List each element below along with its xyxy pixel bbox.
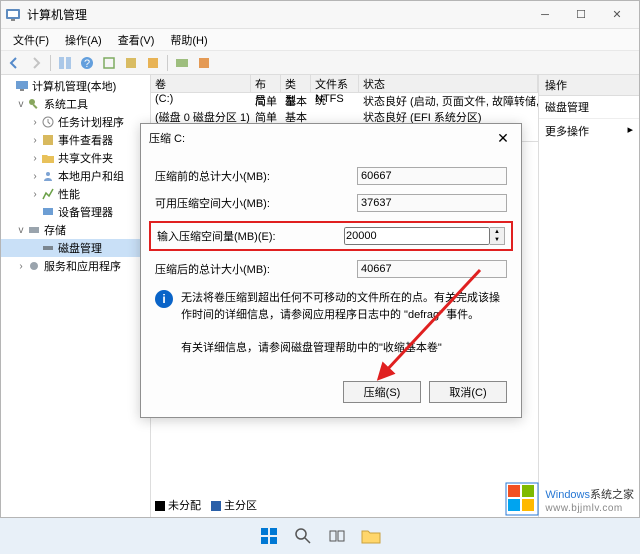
storage-icon: [27, 223, 41, 237]
tree-system-tools[interactable]: v 系统工具: [1, 95, 150, 113]
tree-disk-management[interactable]: 磁盘管理: [1, 239, 150, 257]
tree-services-apps[interactable]: › 服务和应用程序: [1, 257, 150, 275]
cancel-button[interactable]: 取消(C): [429, 381, 507, 403]
search-icon: [294, 527, 312, 545]
spin-down-icon[interactable]: ▼: [490, 236, 504, 244]
toolbar-icon[interactable]: [55, 53, 75, 73]
disk-icon: [41, 241, 55, 255]
computer-icon: [15, 79, 29, 93]
forward-button[interactable]: [26, 53, 46, 73]
maximize-button[interactable]: ☐: [563, 2, 599, 28]
col-volume[interactable]: 卷: [151, 75, 251, 92]
tree-task-scheduler[interactable]: › 任务计划程序: [1, 113, 150, 131]
windows-logo-icon: [505, 482, 539, 516]
shrink-button[interactable]: 压缩(S): [343, 381, 421, 403]
spinner[interactable]: ▲▼: [490, 227, 505, 245]
close-button[interactable]: ✕: [599, 2, 635, 28]
avail-size-label: 可用压缩空间大小(MB):: [155, 195, 357, 211]
taskview-icon: [328, 527, 346, 545]
clock-icon: [41, 115, 55, 129]
actions-context: 磁盘管理: [539, 96, 639, 119]
watermark: Windows系统之家 www.bjjmlv.com: [505, 482, 634, 516]
toolbar-icon[interactable]: [172, 53, 192, 73]
tree-storage[interactable]: v 存储: [1, 221, 150, 239]
info-icon: i: [155, 290, 173, 308]
minimize-button[interactable]: ─: [527, 2, 563, 28]
shrink-amount-input[interactable]: [344, 227, 490, 245]
device-icon: [41, 205, 55, 219]
menu-view[interactable]: 查看(V): [110, 30, 163, 50]
tree-performance[interactable]: › 性能: [1, 185, 150, 203]
legend-swatch-primary: [211, 501, 221, 511]
actions-header: 操作: [539, 75, 639, 96]
after-size-value: [357, 260, 507, 278]
help-icon[interactable]: ?: [77, 53, 97, 73]
dialog-titlebar: 压缩 C: ✕: [141, 124, 521, 152]
menu-help[interactable]: 帮助(H): [162, 30, 215, 50]
before-size-label: 压缩前的总计大小(MB):: [155, 168, 357, 184]
performance-icon: [41, 187, 55, 201]
app-icon: [5, 7, 21, 23]
menu-action[interactable]: 操作(A): [57, 30, 110, 50]
help-link-note: 有关详细信息，请参阅磁盘管理帮助中的"收缩基本卷": [181, 339, 507, 355]
tree-event-viewer[interactable]: › 事件查看器: [1, 131, 150, 149]
table-row[interactable]: (C:) 简单 基本 NTFS 状态良好 (启动, 页面文件, 故障转储, 基本…: [151, 93, 538, 109]
taskview-button[interactable]: [323, 522, 351, 550]
windows-start-icon: [259, 526, 279, 546]
toolbar-icon[interactable]: [121, 53, 141, 73]
explorer-button[interactable]: [357, 522, 385, 550]
back-button[interactable]: [4, 53, 24, 73]
toolbar-icon[interactable]: [194, 53, 214, 73]
tree-shared-folders[interactable]: › 共享文件夹: [1, 149, 150, 167]
before-size-value: [357, 167, 507, 185]
tree-device-manager[interactable]: 设备管理器: [1, 203, 150, 221]
toolbar: ?: [1, 51, 639, 75]
event-icon: [41, 133, 55, 147]
refresh-icon[interactable]: [99, 53, 119, 73]
toolbar-icon[interactable]: [143, 53, 163, 73]
services-icon: [27, 259, 41, 273]
chevron-right-icon: ▸: [627, 123, 633, 139]
after-size-label: 压缩后的总计大小(MB):: [155, 261, 357, 277]
col-layout[interactable]: 布局: [251, 75, 281, 92]
avail-size-value: [357, 194, 507, 212]
shrink-amount-label: 输入压缩空间量(MB)(E):: [157, 228, 344, 244]
spin-up-icon[interactable]: ▲: [490, 228, 504, 236]
search-button[interactable]: [289, 522, 317, 550]
tree-root[interactable]: 计算机管理(本地): [1, 77, 150, 95]
svg-text:?: ?: [84, 58, 90, 70]
users-icon: [41, 169, 55, 183]
tools-icon: [27, 97, 41, 111]
actions-panel: 操作 磁盘管理 更多操作▸: [539, 75, 639, 517]
shrink-dialog: 压缩 C: ✕ 压缩前的总计大小(MB): 可用压缩空间大小(MB): 输入压缩…: [140, 123, 522, 418]
legend: 未分配 主分区: [155, 497, 257, 513]
start-button[interactable]: [255, 522, 283, 550]
menubar: 文件(F) 操作(A) 查看(V) 帮助(H): [1, 29, 639, 51]
window-title: 计算机管理: [27, 6, 527, 23]
dialog-title: 压缩 C:: [149, 130, 493, 146]
info-block: i 无法将卷压缩到超出任何不可移动的文件所在的点。有关完成该操作时间的详细信息，…: [155, 290, 507, 323]
menu-file[interactable]: 文件(F): [5, 30, 57, 50]
titlebar: 计算机管理 ─ ☐ ✕: [1, 1, 639, 29]
dialog-close-button[interactable]: ✕: [493, 130, 513, 147]
legend-swatch-unalloc: [155, 501, 165, 511]
taskbar[interactable]: [0, 518, 640, 554]
info-text: 无法将卷压缩到超出任何不可移动的文件所在的点。有关完成该操作时间的详细信息，请参…: [181, 290, 507, 323]
input-row-highlighted: 输入压缩空间量(MB)(E): ▲▼: [149, 221, 513, 251]
folder-icon: [361, 527, 381, 545]
tree-local-users[interactable]: › 本地用户和组: [1, 167, 150, 185]
more-actions[interactable]: 更多操作▸: [539, 119, 639, 143]
grid-header: 卷 布局 类型 文件系统 状态: [151, 75, 538, 93]
nav-tree[interactable]: 计算机管理(本地) v 系统工具 › 任务计划程序 › 事件查看器 › 共享文件…: [1, 75, 151, 517]
folder-icon: [41, 151, 55, 165]
col-status[interactable]: 状态: [359, 75, 538, 92]
col-type[interactable]: 类型: [281, 75, 311, 92]
col-fs[interactable]: 文件系统: [311, 75, 359, 92]
